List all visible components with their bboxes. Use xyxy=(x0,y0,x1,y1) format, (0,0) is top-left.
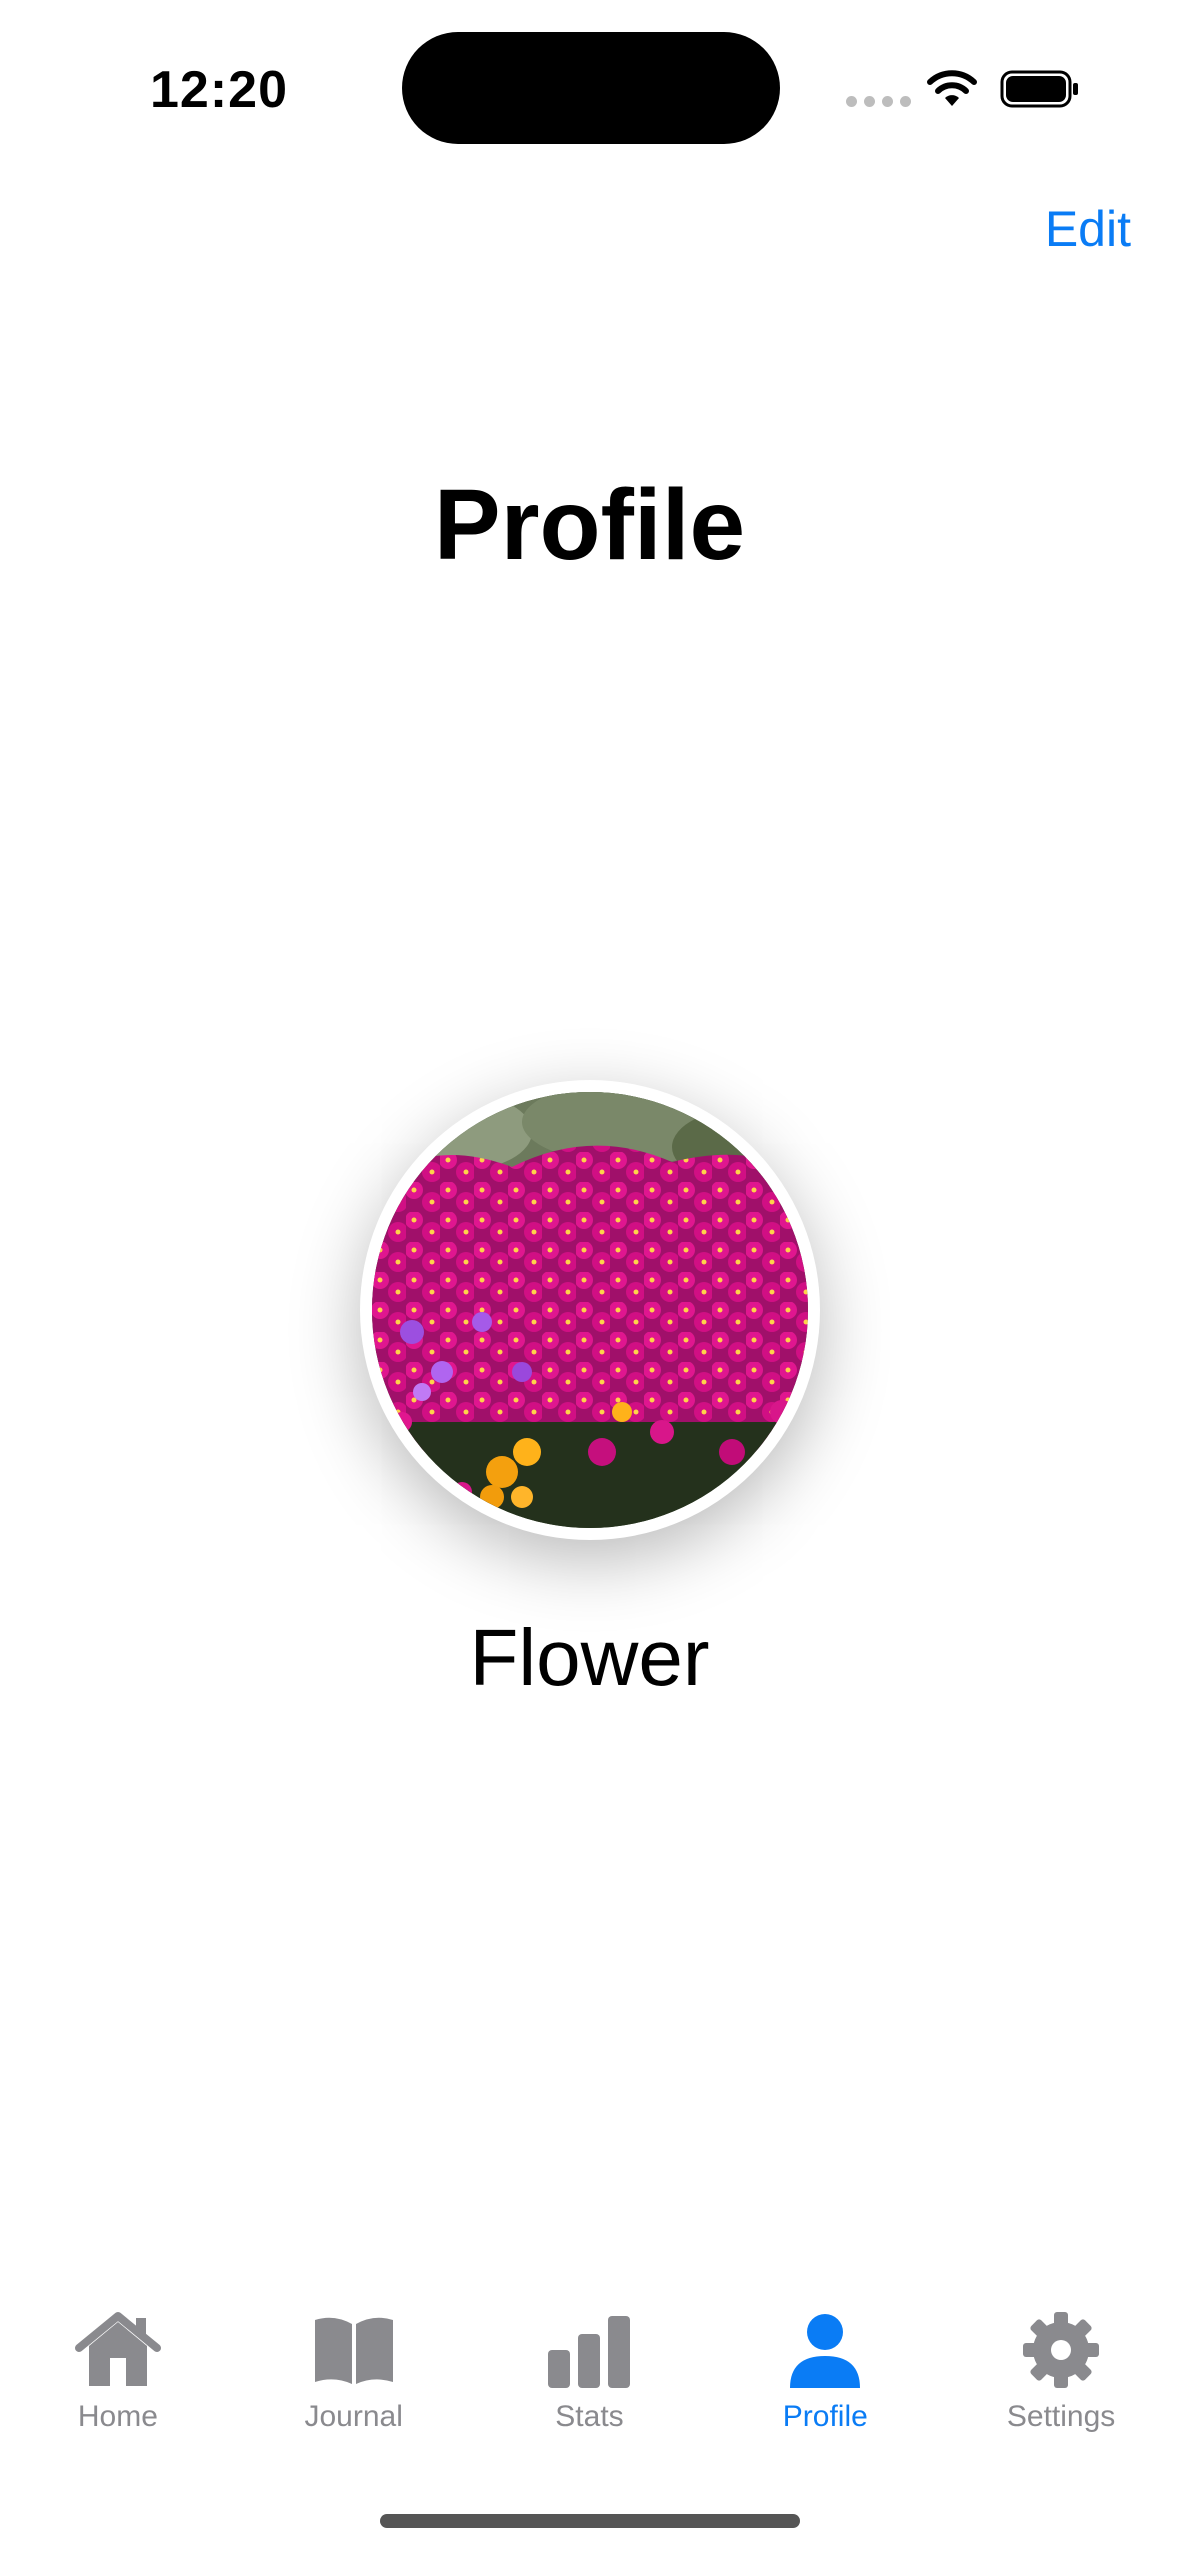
tab-settings[interactable]: Settings xyxy=(943,2310,1179,2480)
edit-button[interactable]: Edit xyxy=(1045,200,1131,258)
tab-bar: Home Journal Stats Profile Settings xyxy=(0,2310,1179,2480)
tab-home[interactable]: Home xyxy=(0,2310,236,2480)
home-indicator[interactable] xyxy=(380,2514,800,2528)
house-icon xyxy=(74,2312,161,2386)
tab-label: Settings xyxy=(1006,2400,1116,2433)
gear-icon xyxy=(1023,2312,1100,2388)
cellular-signal-icon xyxy=(846,96,911,107)
flower-photo-icon xyxy=(372,1092,808,1528)
avatar[interactable] xyxy=(360,1080,820,1540)
tab-stats[interactable]: Stats xyxy=(472,2310,708,2480)
tab-label: Journal xyxy=(304,2400,403,2433)
tab-label: Profile xyxy=(782,2400,868,2433)
tab-profile[interactable]: Profile xyxy=(707,2310,943,2480)
tab-journal[interactable]: Journal xyxy=(236,2310,472,2480)
battery-icon xyxy=(1000,70,1078,108)
page-title: Profile xyxy=(433,469,746,581)
person-icon xyxy=(790,2314,861,2388)
tab-label: Home xyxy=(77,2400,158,2433)
book-icon xyxy=(314,2317,393,2384)
status-time: 12:20 xyxy=(150,61,288,119)
tab-label: Stats xyxy=(555,2400,624,2433)
wifi-icon xyxy=(927,70,977,106)
chart-bar-icon xyxy=(548,2316,631,2388)
dynamic-island xyxy=(402,32,780,144)
profile-name: Flower xyxy=(469,1613,710,1702)
